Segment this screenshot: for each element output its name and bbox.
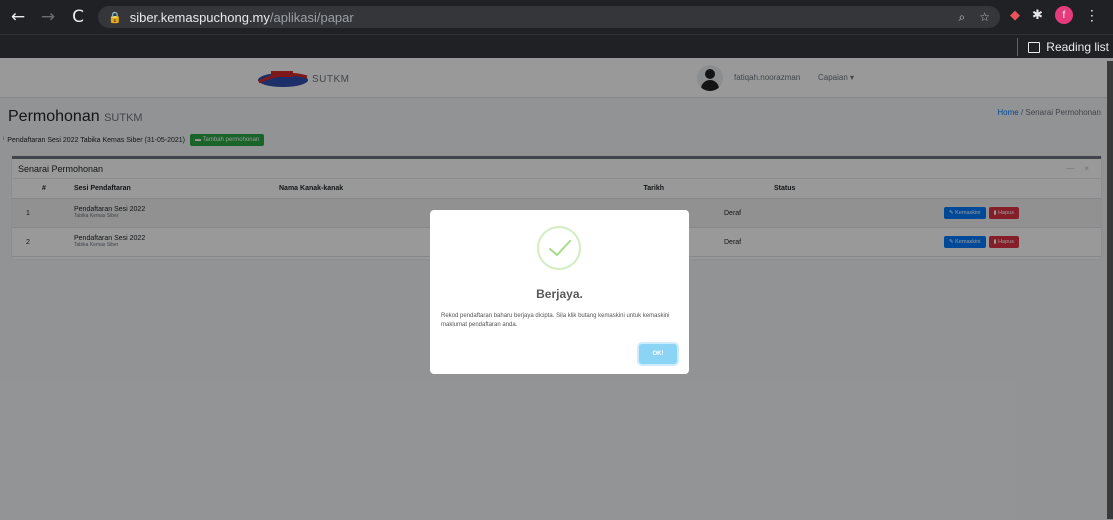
dialog-title: Berjaya. xyxy=(536,287,583,301)
reload-icon[interactable]: C xyxy=(66,5,90,29)
dialog-message: Rekod pendaftaran baharu berjaya dicipta… xyxy=(441,313,670,328)
success-dialog: Berjaya. Rekod pendaftaran baharu berjay… xyxy=(430,210,689,374)
lock-icon: 🔒 xyxy=(108,10,122,24)
bookmarks-bar: Reading list xyxy=(0,34,1113,58)
zoom-icon[interactable]: ⌕ xyxy=(959,10,966,25)
url-host: siber.kemaspuchong.my xyxy=(129,9,270,25)
success-check-icon xyxy=(537,226,581,270)
url-path: /aplikasi/papar xyxy=(269,9,354,25)
reading-list-label: Reading list xyxy=(1046,40,1109,54)
reading-list-icon xyxy=(1028,41,1041,53)
menu-kebab-icon[interactable]: ⋮ xyxy=(1085,7,1099,24)
extension-icon[interactable]: ◆ xyxy=(1010,8,1020,23)
page: SUTKM fatiqah.noorazman Capaian ▾ Permoh… xyxy=(0,58,1113,520)
forward-icon[interactable]: → xyxy=(36,5,60,29)
profile-avatar[interactable]: f xyxy=(1054,6,1073,24)
reading-list-button[interactable]: Reading list xyxy=(1017,38,1109,56)
browser-toolbar: ← → C 🔒 siber.kemaspuchong.my /aplikasi/… xyxy=(0,0,1113,34)
puzzle-icon[interactable]: ✱ xyxy=(1032,8,1043,23)
address-bar[interactable]: 🔒 siber.kemaspuchong.my /aplikasi/papar … xyxy=(98,6,1000,28)
scrollbar[interactable] xyxy=(1107,61,1113,519)
bookmark-star-icon[interactable]: ☆ xyxy=(979,10,990,25)
back-icon[interactable]: ← xyxy=(6,5,30,29)
ok-button[interactable]: OK! xyxy=(639,344,677,364)
